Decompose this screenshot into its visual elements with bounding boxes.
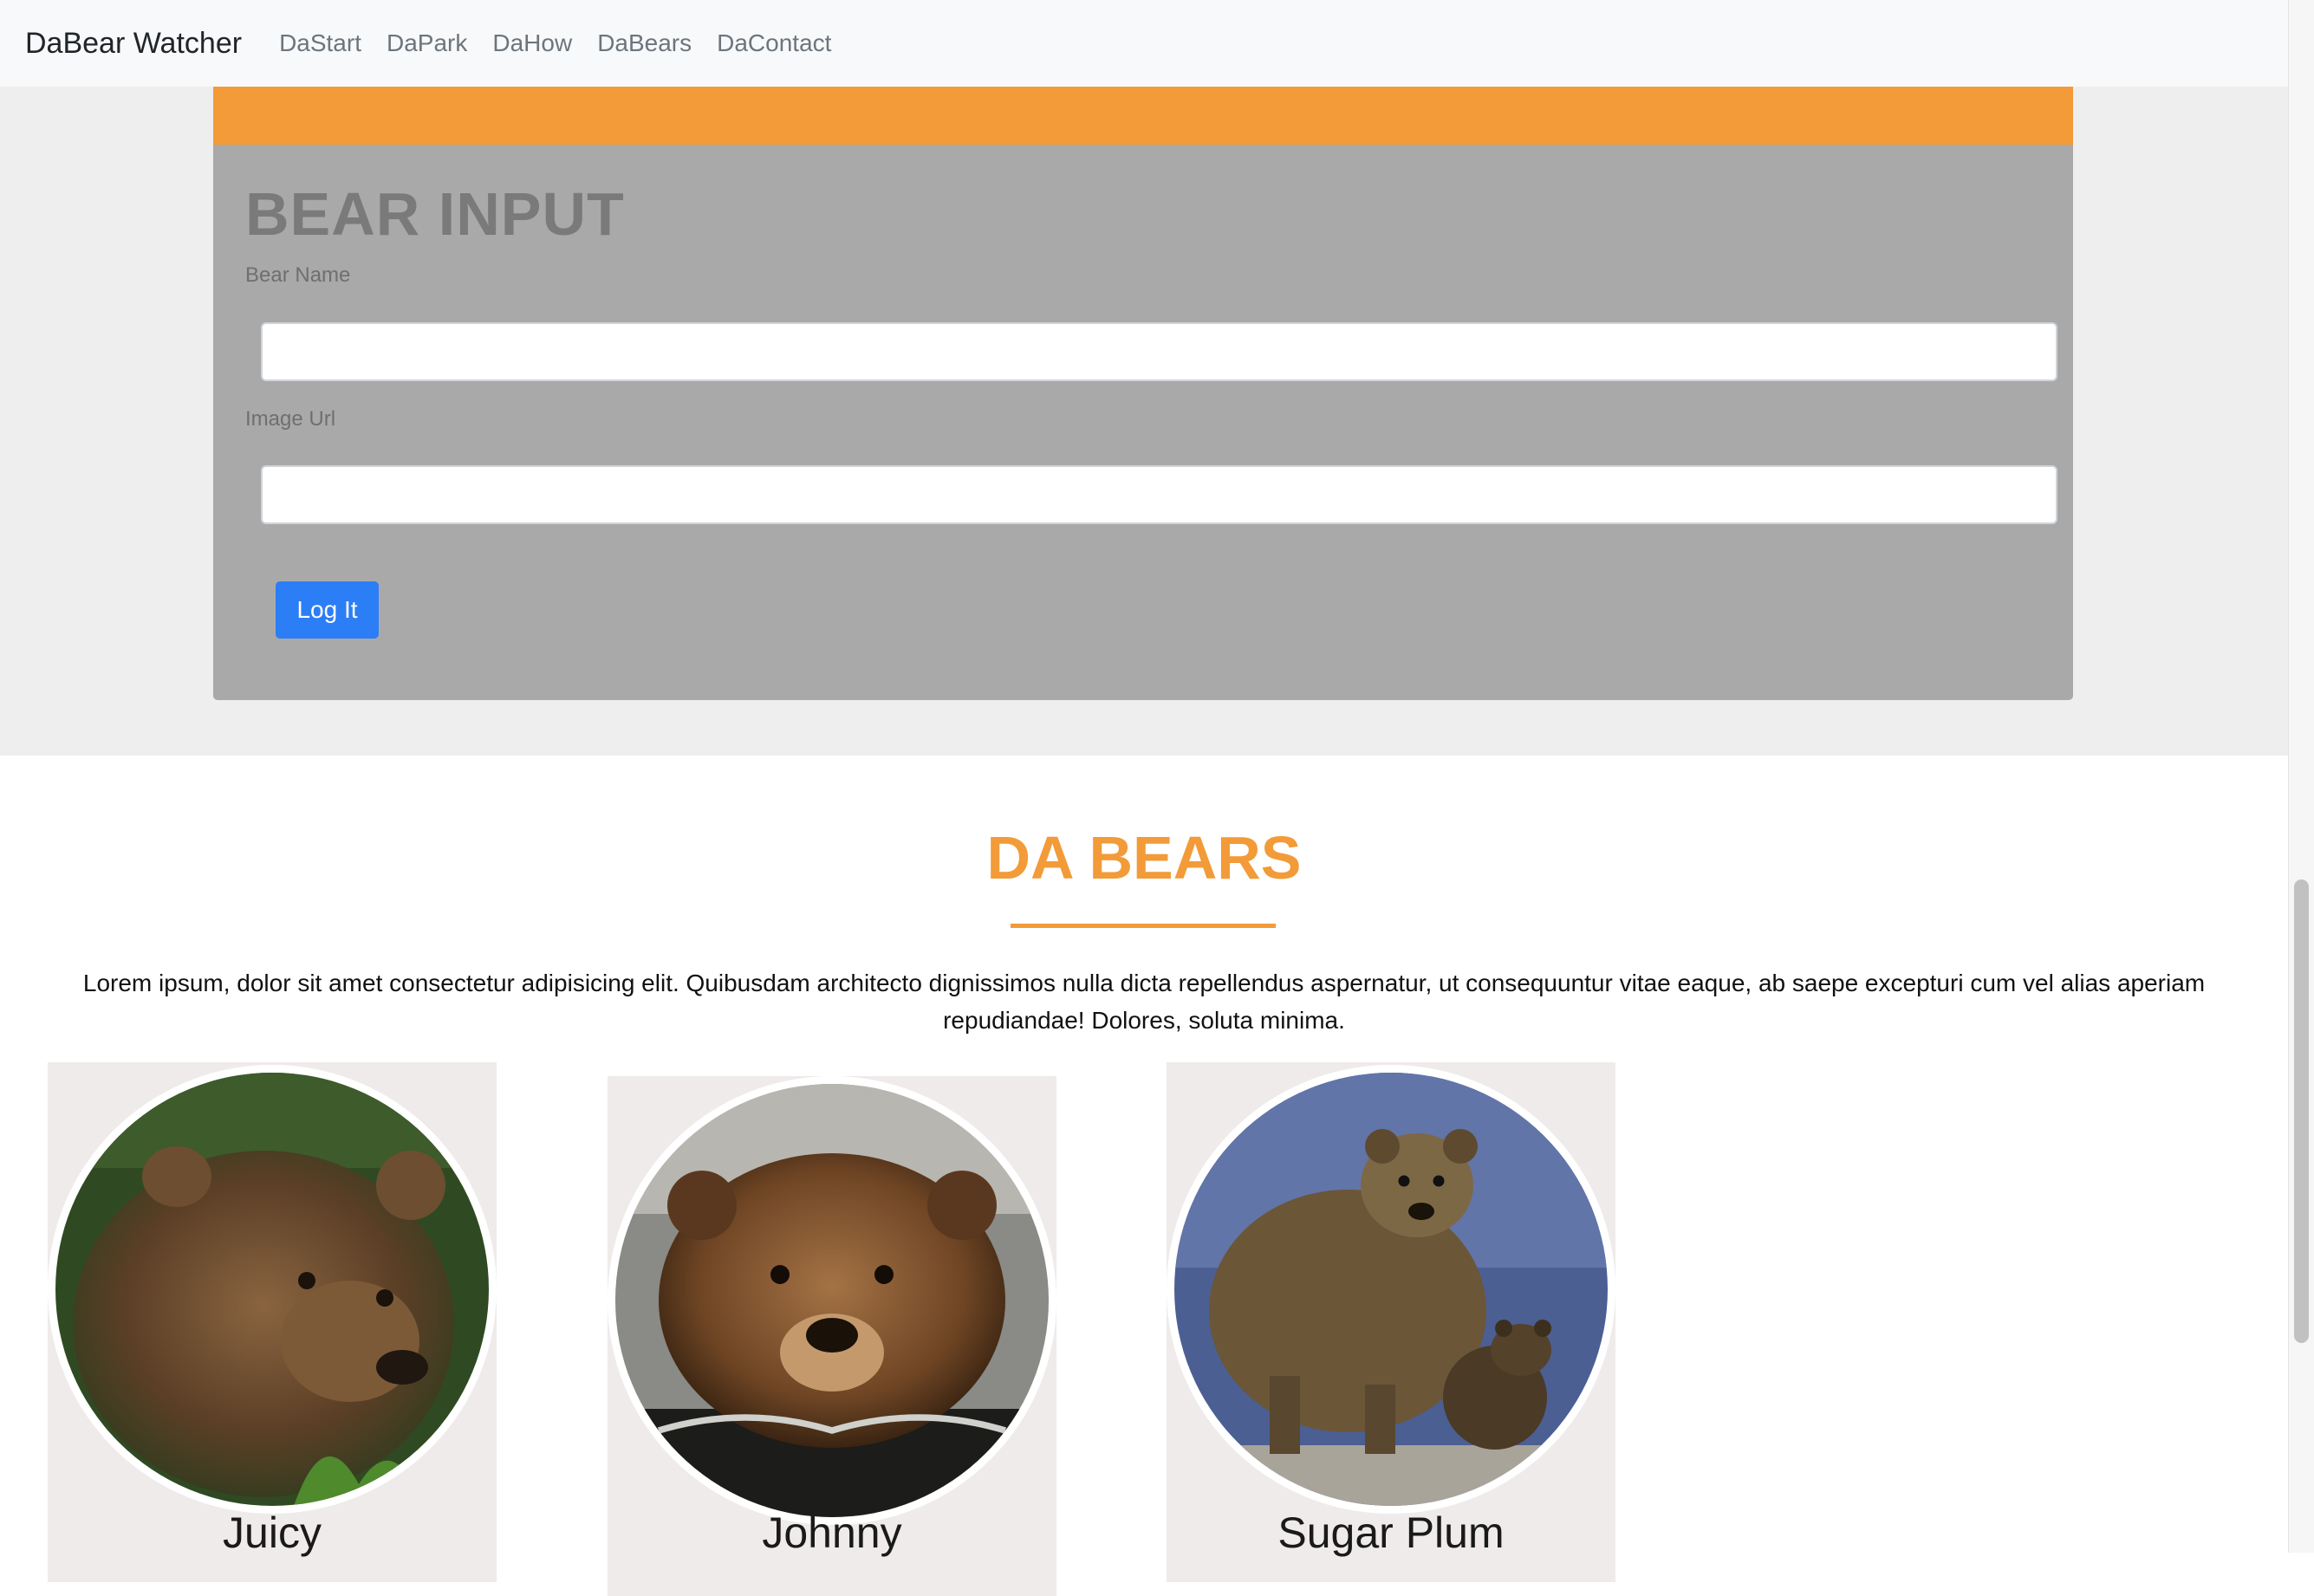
bear-swimming-image [615,1084,1049,1517]
section-title: DA BEARS [986,824,1302,892]
scrollbar-thumb[interactable] [2294,879,2309,1343]
top-navbar: DaBear Watcher DaStart DaPark DaHow DaBe… [0,0,2288,87]
bear-name: Sugar Plum [1277,1508,1505,1557]
nav-link-dahow[interactable]: DaHow [492,29,572,57]
nav-link-dastart[interactable]: DaStart [279,29,361,57]
bear-card[interactable]: Juicy [48,1062,497,1582]
bear-in-grass-image [55,1073,489,1506]
nav-link-dapark[interactable]: DaPark [387,29,467,57]
page-scrollbar[interactable] [2288,0,2314,1553]
title-divider [1011,924,1276,928]
nav-link-dabears[interactable]: DaBears [597,29,692,57]
bear-photo [48,1065,497,1514]
bear-name: Juicy [223,1508,322,1557]
bear-with-cub-image [1174,1073,1608,1506]
bear-name: Johnny [762,1508,902,1557]
bear-card[interactable]: Johnny [608,1076,1056,1596]
accent-banner [213,87,2073,145]
nav-link-dacontact[interactable]: DaContact [717,29,831,57]
bear-name-label: Bear Name [245,263,351,287]
form-title: BEAR INPUT [245,180,625,248]
bear-photo [1167,1065,1615,1514]
bear-input-form: BEAR INPUT Bear Name Image Url Log It [213,145,2073,700]
bear-photo [608,1076,1056,1525]
brand-link[interactable]: DaBear Watcher [25,27,242,61]
image-url-label: Image Url [245,407,336,431]
image-url-input[interactable] [261,465,2057,524]
log-it-button[interactable]: Log It [276,581,379,639]
bear-card[interactable]: Sugar Plum [1167,1062,1615,1582]
section-description: Lorem ipsum, dolor sit amet consectetur … [82,970,2206,1034]
bear-name-input[interactable] [261,322,2057,381]
